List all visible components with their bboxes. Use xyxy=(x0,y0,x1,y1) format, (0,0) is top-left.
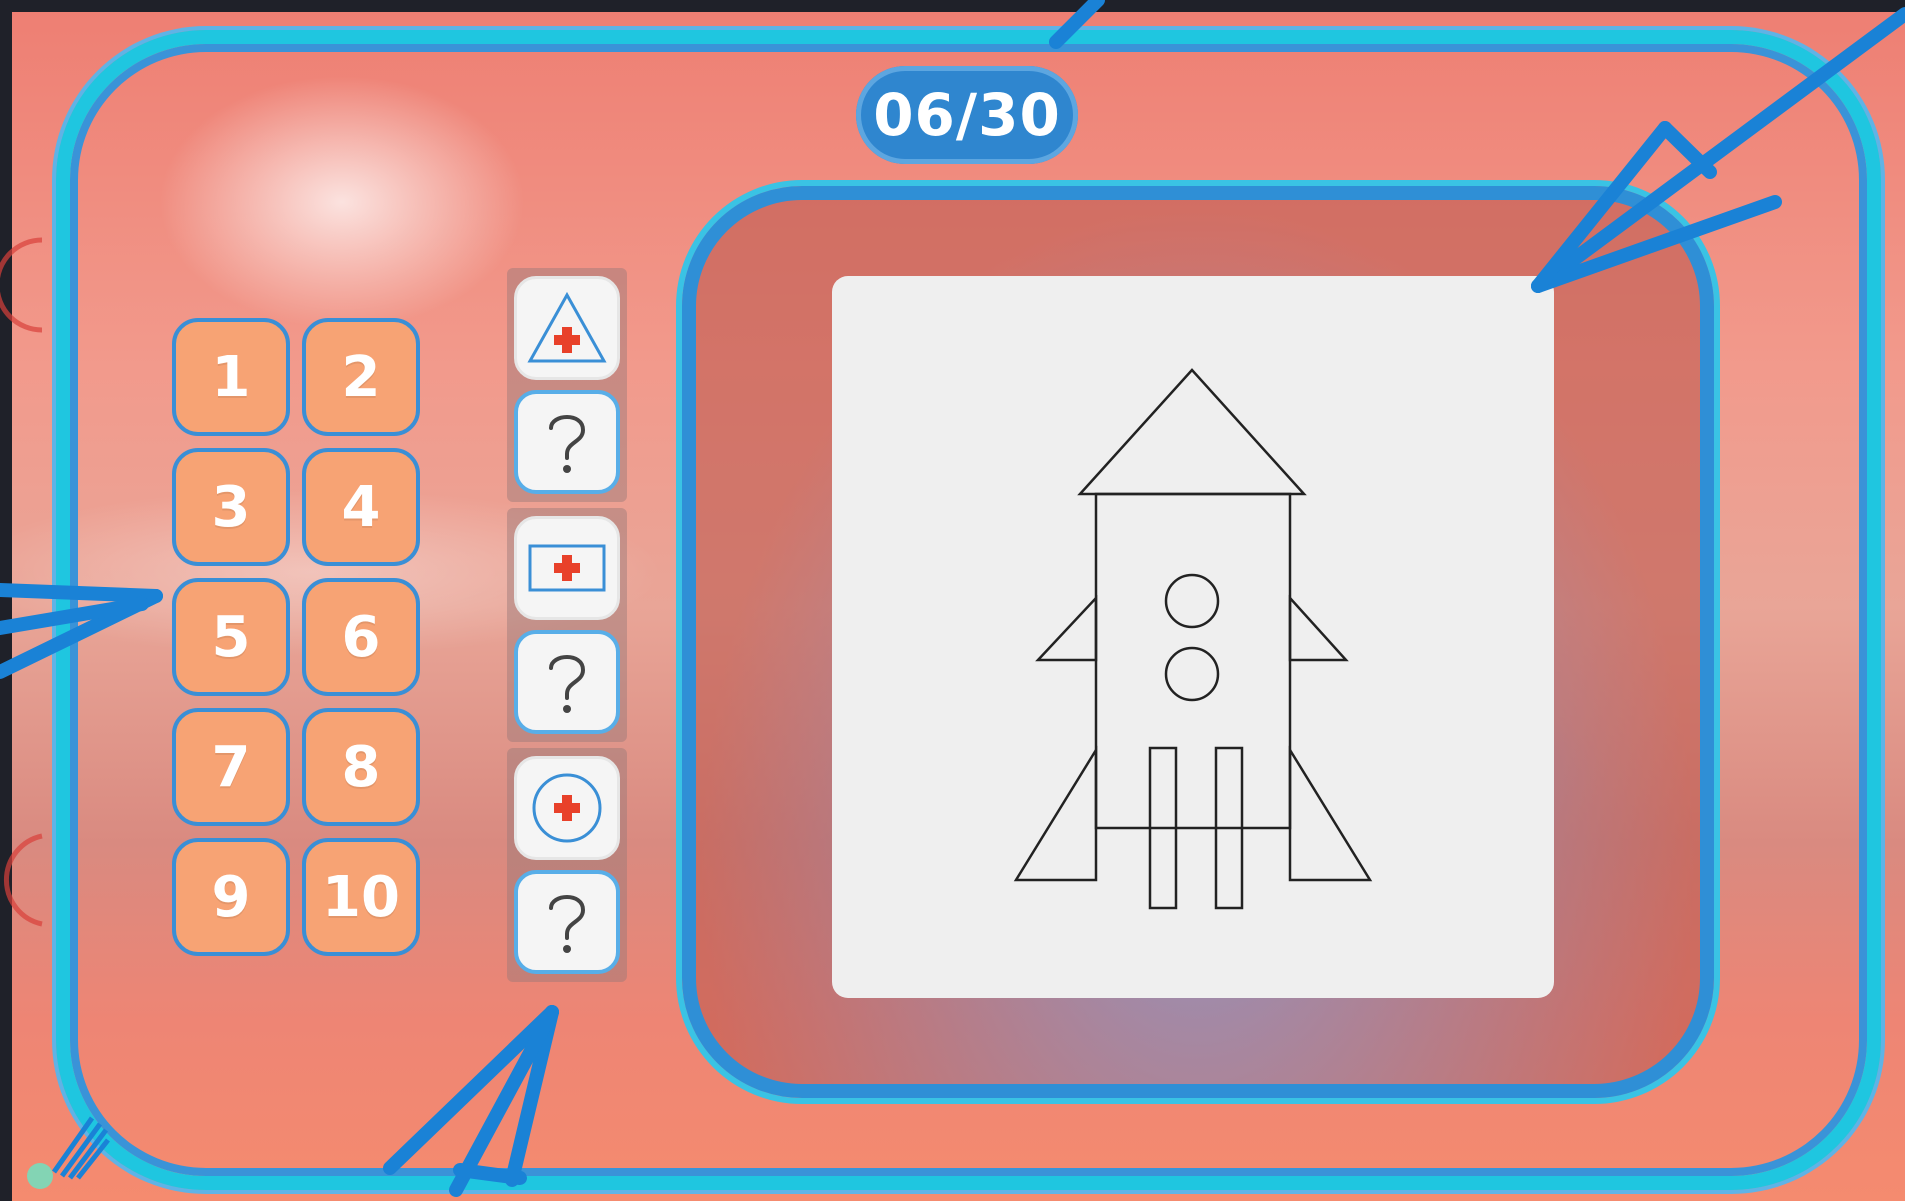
number-button-6[interactable]: 6 xyxy=(302,578,420,696)
rectangle-group xyxy=(507,508,627,742)
number-button-5[interactable]: 5 xyxy=(172,578,290,696)
question-mark-icon xyxy=(549,895,586,953)
left-fin-large xyxy=(1013,745,1098,882)
circle-tile xyxy=(514,756,620,860)
body-rectangle xyxy=(1094,492,1292,830)
circle-plus-icon xyxy=(532,773,602,843)
number-button-2[interactable]: 2 xyxy=(302,318,420,436)
number-button-10[interactable]: 10 xyxy=(302,838,420,956)
number-button-3[interactable]: 3 xyxy=(172,448,290,566)
question-counter-badge: 06/30 xyxy=(856,66,1078,164)
triangle-plus-icon xyxy=(527,291,607,363)
rectangle-plus-icon xyxy=(528,544,606,592)
window-circle-bottom xyxy=(1164,646,1220,702)
triangle-group xyxy=(507,268,627,502)
number-button-8[interactable]: 8 xyxy=(302,708,420,826)
triangle-count-answer[interactable] xyxy=(514,390,620,494)
rectangle-tile xyxy=(514,516,620,620)
question-mark-icon xyxy=(549,415,586,473)
right-fin-large xyxy=(1288,745,1373,882)
rectangle-count-answer[interactable] xyxy=(514,630,620,734)
window-circle-top xyxy=(1164,573,1220,629)
shape-count-column xyxy=(507,268,627,996)
question-counter: 06/30 xyxy=(873,81,1061,149)
circle-group xyxy=(507,748,627,982)
question-mark-icon xyxy=(549,655,586,713)
number-button-7[interactable]: 7 xyxy=(172,708,290,826)
rocket-icon xyxy=(1013,368,1373,910)
circle-count-answer[interactable] xyxy=(514,870,620,974)
number-button-4[interactable]: 4 xyxy=(302,448,420,566)
number-button-9[interactable]: 9 xyxy=(172,838,290,956)
left-fin-small xyxy=(1035,594,1098,662)
picture-card xyxy=(832,276,1554,998)
number-answer-pad: 1 2 3 4 5 6 7 8 9 10 xyxy=(172,318,422,960)
nose-triangle xyxy=(1077,368,1307,496)
triangle-tile xyxy=(514,276,620,380)
number-button-1[interactable]: 1 xyxy=(172,318,290,436)
right-fin-small xyxy=(1288,594,1349,662)
